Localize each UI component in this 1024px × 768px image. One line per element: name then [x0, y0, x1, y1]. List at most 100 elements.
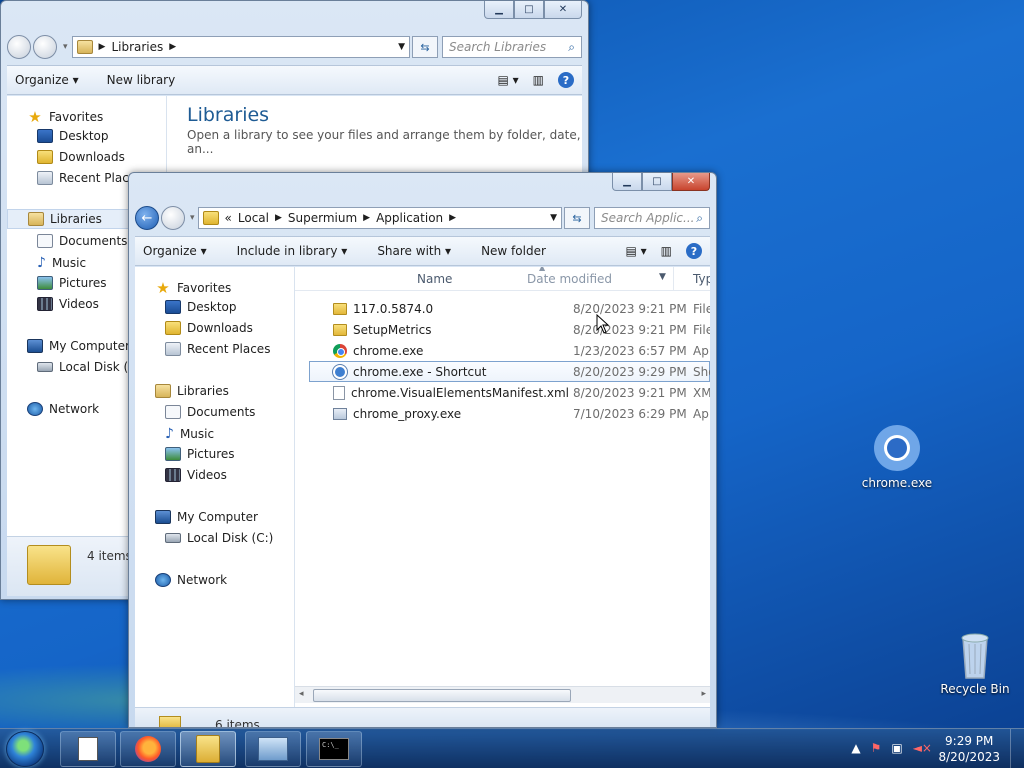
desktop-icon-chrome[interactable]: chrome.exe: [857, 424, 937, 490]
nav-network[interactable]: Network: [155, 573, 227, 587]
control-panel-icon: [258, 737, 288, 761]
clock[interactable]: 9:29 PM 8/20/2023: [938, 733, 1000, 765]
taskbar-firefox[interactable]: [120, 731, 176, 767]
action-center-flag-icon[interactable]: ⚑: [871, 741, 882, 755]
nav-my-computer[interactable]: My Computer: [155, 510, 258, 524]
view-options-icon[interactable]: ▤ ▾: [497, 73, 518, 87]
nav-pictures[interactable]: Pictures: [37, 276, 107, 290]
address-dropdown-icon[interactable]: ▼: [398, 42, 405, 52]
help-icon[interactable]: ?: [686, 243, 702, 259]
file-row-selected[interactable]: chrome.exe - Shortcut 8/20/2023 9:29 PM …: [309, 361, 710, 382]
desktop-icon: [37, 129, 53, 143]
file-row[interactable]: 117.0.5874.0 8/20/2023 9:21 PM File: [295, 298, 710, 319]
libraries-icon: [76, 40, 93, 54]
file-date: 8/20/2023 9:21 PM: [573, 322, 687, 337]
music-icon: ♪: [37, 255, 46, 271]
nav-videos[interactable]: Videos: [165, 468, 227, 482]
taskbar-notepad[interactable]: [60, 731, 116, 767]
nav-documents[interactable]: Documents: [37, 234, 127, 248]
preview-pane-icon[interactable]: ▥: [661, 244, 672, 258]
file-row[interactable]: chrome.VisualElementsManifest.xml 8/20/2…: [295, 382, 710, 403]
nav-music[interactable]: ♪ Music: [165, 426, 214, 442]
nav-downloads[interactable]: Downloads: [37, 150, 125, 164]
desktop-icon-recycle-bin[interactable]: Recycle Bin: [935, 630, 1015, 696]
breadcrumb-local[interactable]: Local: [238, 211, 269, 225]
organize-button[interactable]: Organize ▾: [143, 244, 207, 258]
volume-muted-icon[interactable]: ◄×: [913, 741, 932, 755]
file-row[interactable]: chrome_proxy.exe 7/10/2023 6:29 PM Ap: [295, 403, 710, 424]
close-button[interactable]: ✕: [544, 1, 582, 19]
file-name: chrome.exe: [353, 343, 424, 358]
nav-favorites[interactable]: ★ Favorites: [27, 108, 103, 126]
refresh-button[interactable]: ⇆: [564, 207, 590, 229]
nav-desktop[interactable]: Desktop: [165, 300, 237, 314]
minimize-button[interactable]: ▁: [612, 173, 642, 191]
forward-button[interactable]: [33, 35, 57, 59]
nav-pictures[interactable]: Pictures: [165, 447, 235, 461]
nav-libraries[interactable]: Libraries: [155, 384, 229, 398]
forward-button[interactable]: [161, 206, 185, 230]
refresh-button[interactable]: ⇆: [412, 36, 438, 58]
maximize-button[interactable]: □: [642, 173, 672, 191]
application-folder-window[interactable]: ▁ □ ✕ ← ▾ « Local ▶ Supermium ▶ Applicat…: [128, 172, 717, 728]
folder-icon: [159, 716, 181, 727]
taskbar-cmd[interactable]: C:\_: [306, 731, 362, 767]
search-box[interactable]: Search Applic... ⌕: [594, 207, 710, 229]
preview-pane-icon[interactable]: ▥: [533, 73, 544, 87]
back-button[interactable]: ←: [135, 206, 159, 230]
nav-my-computer[interactable]: My Computer: [27, 339, 130, 353]
nav-downloads[interactable]: Downloads: [165, 321, 253, 335]
close-button[interactable]: ✕: [672, 173, 710, 191]
nav-network[interactable]: Network: [27, 402, 99, 416]
view-options-icon[interactable]: ▤ ▾: [625, 244, 646, 258]
scrollbar-thumb[interactable]: [313, 689, 571, 702]
share-with-button[interactable]: Share with ▾: [377, 244, 451, 258]
show-hidden-icons-icon[interactable]: ▲: [851, 741, 860, 755]
command-bar: Organize ▾ New library ▤ ▾ ▥ ?: [7, 65, 582, 95]
taskbar-control-panel[interactable]: [245, 731, 301, 767]
address-bar[interactable]: ▶ Libraries ▶ ▼: [71, 36, 410, 58]
nav-recent-places[interactable]: Recent Places: [37, 171, 142, 185]
search-placeholder: Search Libraries: [449, 40, 547, 54]
breadcrumb-application[interactable]: Application: [376, 211, 443, 225]
file-row[interactable]: SetupMetrics 8/20/2023 9:21 PM File: [295, 319, 710, 340]
minimize-button[interactable]: ▁: [484, 1, 514, 19]
nav-music[interactable]: ♪ Music: [37, 255, 86, 271]
file-row[interactable]: chrome.exe 1/23/2023 6:57 PM Ap: [295, 340, 710, 361]
nav-documents[interactable]: Documents: [165, 405, 255, 419]
nav-videos[interactable]: Videos: [37, 297, 99, 311]
new-library-button[interactable]: New library: [107, 73, 176, 87]
nav-desktop[interactable]: Desktop: [37, 129, 109, 143]
column-date-modified[interactable]: Date modified: [527, 272, 612, 286]
nav-favorites[interactable]: ★ Favorites: [155, 279, 231, 297]
start-button[interactable]: [6, 731, 44, 767]
column-filter-icon[interactable]: ▼: [659, 272, 666, 282]
search-box[interactable]: Search Libraries ⌕: [442, 36, 582, 58]
downloads-icon: [165, 321, 181, 335]
help-icon[interactable]: ?: [558, 72, 574, 88]
nav-recent-places[interactable]: Recent Places: [165, 342, 270, 356]
breadcrumb-supermium[interactable]: Supermium: [288, 211, 357, 225]
nav-local-disk[interactable]: Local Disk (C:): [165, 531, 273, 545]
network-tray-icon[interactable]: ▣: [891, 741, 902, 755]
address-dropdown-icon[interactable]: ▼: [550, 213, 557, 223]
chevron-right-icon: ▶: [449, 213, 457, 223]
maximize-button[interactable]: □: [514, 1, 544, 19]
horizontal-scrollbar[interactable]: ◂ ▸: [295, 686, 710, 703]
recent-pages-icon[interactable]: ▾: [190, 213, 195, 223]
address-bar[interactable]: « Local ▶ Supermium ▶ Application ▶ ▼: [197, 207, 562, 229]
new-folder-button[interactable]: New folder: [481, 244, 546, 258]
show-desktop-button[interactable]: [1010, 729, 1024, 768]
recent-pages-icon[interactable]: ▾: [63, 42, 68, 52]
include-in-library-button[interactable]: Include in library ▾: [237, 244, 348, 258]
back-button[interactable]: [7, 35, 31, 59]
taskbar-explorer[interactable]: [180, 731, 236, 767]
column-name[interactable]: Name: [417, 272, 452, 286]
overflow-breadcrumb[interactable]: «: [225, 211, 232, 225]
scroll-right-icon[interactable]: ▸: [701, 689, 706, 699]
organize-button[interactable]: Organize ▾: [15, 73, 79, 87]
address-row: ← ▾ « Local ▶ Supermium ▶ Application ▶ …: [135, 205, 710, 231]
scroll-left-icon[interactable]: ◂: [299, 689, 304, 699]
column-type[interactable]: Typ: [693, 272, 710, 286]
breadcrumb-libraries[interactable]: Libraries: [111, 40, 163, 54]
